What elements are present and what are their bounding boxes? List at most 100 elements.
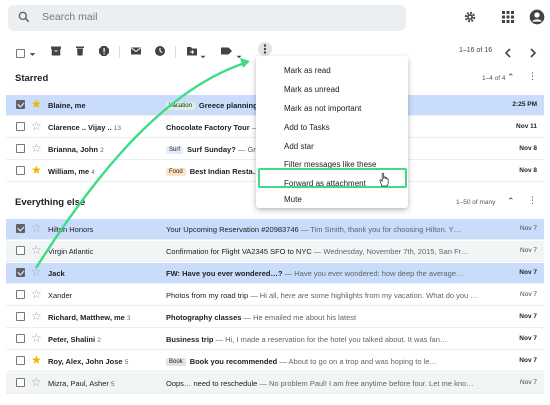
label-chip[interactable]: Book [166,358,186,366]
row-checkbox[interactable] [16,224,25,233]
sender-name: William, me [48,167,90,176]
subject: Business trip [166,335,214,344]
apps-grid-icon[interactable] [502,10,514,28]
row-checkbox[interactable] [16,144,25,153]
subject: Best Indian Resta… [189,167,261,176]
snippet: — Have you ever wondered: how deep the a… [282,269,464,278]
collapse-icon[interactable]: ⌃ [507,72,515,83]
label-chip[interactable]: Surf [166,146,184,154]
date: Nov 7 [519,335,537,342]
chevron-left-icon[interactable] [504,45,512,63]
message-preview: Book Book you recommended — About to go o… [166,357,506,366]
star-icon[interactable]: ★ [31,353,42,367]
email-row[interactable]: ☆ Richard, Matthew, me 3 Photography class… [6,307,544,328]
sender: William, me 4 [48,167,95,176]
sender-name: Peter, Shalini [48,335,96,344]
thread-count: 13 [113,125,121,132]
checkbox[interactable] [16,49,25,58]
menu-item-mark-not-important[interactable]: Mark as not important [256,99,408,118]
menu-item-mark-as-read[interactable]: Mark as read [256,61,408,80]
label-dropdown-icon[interactable] [236,47,242,65]
menu-item-add-to-tasks[interactable]: Add to Tasks [256,118,408,137]
star-icon[interactable]: ☆ [31,309,42,323]
date: Nov 7 [519,269,537,276]
row-checkbox[interactable] [16,312,25,321]
chevron-right-icon[interactable] [529,45,537,63]
gear-icon[interactable] [463,10,477,29]
section-count: 1–50 of many [456,199,496,206]
account-icon[interactable] [529,9,545,30]
toolbar-divider [119,46,120,58]
star-icon[interactable]: ☆ [31,265,42,279]
more-vert-icon[interactable]: ⋮ [528,71,537,82]
select-dropdown-icon[interactable] [29,45,36,63]
collapse-icon[interactable]: ⌃ [507,196,515,207]
thread-count: 5 [124,359,129,366]
row-checkbox[interactable] [16,290,25,299]
menu-item-add-star[interactable]: Add star [256,137,408,156]
star-icon[interactable]: ★ [31,163,42,177]
clock-icon[interactable] [154,44,166,62]
sender: Xander [48,291,72,300]
star-icon[interactable]: ☆ [31,243,42,257]
row-checkbox[interactable] [16,356,25,365]
star-icon[interactable]: ☆ [31,119,42,133]
sender: Mizra, Paul, Asher 5 [48,379,115,388]
label-chip[interactable]: Food [166,168,186,176]
toolbar-divider [175,46,176,58]
subject: Chocolate Factory Tour [166,123,250,132]
row-checkbox[interactable] [16,246,25,255]
select-all-checkbox[interactable] [16,45,25,63]
search-bar[interactable]: Search mail [8,5,406,31]
star-icon[interactable]: ☆ [31,141,42,155]
more-vert-icon[interactable] [258,42,272,56]
row-checkbox[interactable] [16,100,25,109]
subject: Book you recommended [189,357,278,366]
search-icon[interactable] [17,10,31,29]
menu-item-mark-as-unread[interactable]: Mark as unread [256,80,408,99]
thread-count: 2 [97,337,101,344]
move-to-icon[interactable] [186,44,198,62]
thread-count: 5 [110,381,115,388]
move-dropdown-icon[interactable] [200,47,206,65]
row-checkbox[interactable] [16,378,25,387]
email-row[interactable]: ☆ Virgin Atlantic Confirmation for Flight … [6,241,544,262]
email-row[interactable]: ☆ Hilton Honors Your Upcoming Reservation … [6,219,544,240]
report-spam-icon[interactable] [98,44,110,62]
date: Nov 8 [519,167,537,174]
more-vert-icon[interactable]: ⋮ [528,195,537,206]
sender: Blaine, me [48,101,86,110]
row-checkbox[interactable] [16,122,25,131]
date: Nov 11 [516,123,537,130]
sender-name: Roy, Alex, John Jose [48,357,123,366]
message-preview: Your Upcoming Reservation #20983746 — Ti… [166,225,506,234]
trash-icon[interactable] [74,44,86,62]
star-icon[interactable]: ☆ [31,331,42,345]
email-row[interactable]: ☆ Jack FW: Have you ever wondered…? — Have… [6,263,544,284]
email-row[interactable]: ☆ Xander Photos from my road trip — Hi all… [6,285,544,306]
star-icon[interactable]: ★ [31,97,42,111]
label-chip[interactable]: Vacation [166,102,195,110]
email-row[interactable]: ☆ Mizra, Paul, Asher 5 Oops… need to resch… [6,373,544,394]
search-input[interactable]: Search mail [42,11,97,23]
row-checkbox[interactable] [16,334,25,343]
star-icon[interactable]: ☆ [31,287,42,301]
email-row[interactable]: ☆ Peter, Shalini 2 Business trip — Hi, I m… [6,329,544,350]
top-bar: Search mail [0,0,550,36]
section-title: Everything else [15,197,86,208]
sender-name: Clarence .. Vijay .. [48,123,112,132]
menu-item-mute[interactable]: Mute [256,193,408,207]
date: Nov 8 [519,145,537,152]
row-checkbox[interactable] [16,166,25,175]
envelope-icon[interactable] [130,44,142,62]
message-preview: Photography classes — He emailed me abou… [166,313,506,322]
sender: Hilton Honors [48,225,93,234]
date: Nov 7 [519,313,537,320]
email-row[interactable]: ★ Roy, Alex, John Jose 5 Book Book you reco… [6,351,544,372]
archive-icon[interactable] [50,44,62,62]
star-icon[interactable]: ☆ [31,221,42,235]
label-icon[interactable] [220,44,233,62]
row-checkbox[interactable] [16,268,25,277]
sender: Roy, Alex, John Jose 5 [48,357,128,366]
star-icon[interactable]: ☆ [31,375,42,389]
